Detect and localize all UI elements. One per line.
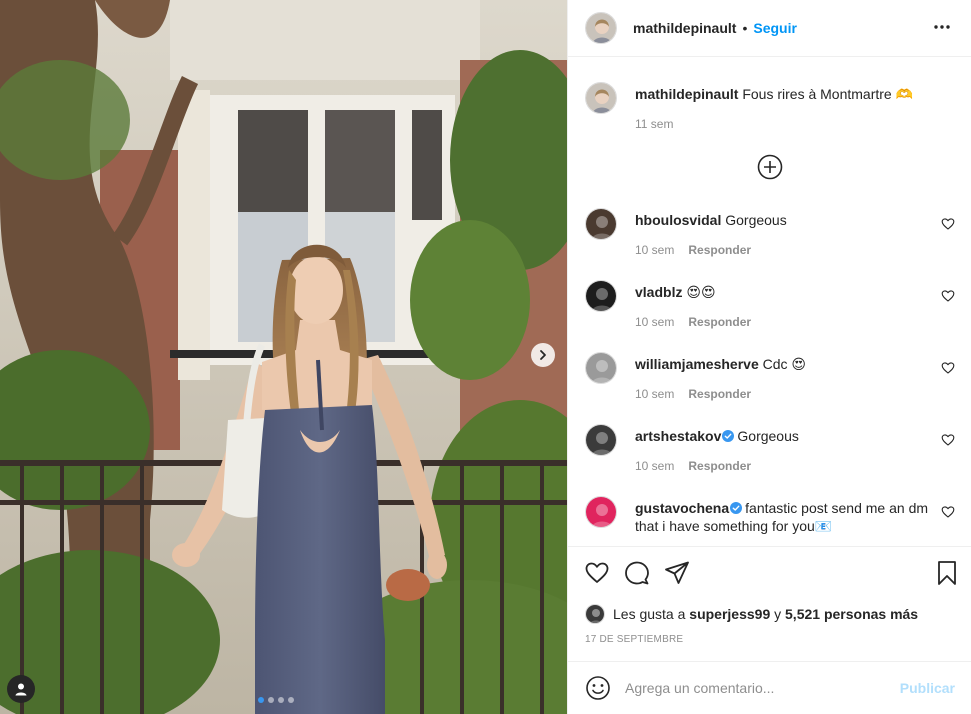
likes-prefix: Les gusta a	[613, 606, 686, 622]
caption-username[interactable]: mathildepinault	[635, 86, 738, 102]
plus-circle-icon[interactable]	[757, 154, 783, 180]
carousel-dot	[268, 697, 274, 703]
comment-text: 😍😍	[686, 284, 716, 300]
next-slide-button[interactable]	[531, 343, 555, 367]
reply-button[interactable]: Responder	[688, 387, 751, 401]
commenter-username[interactable]: hboulosvidal	[635, 212, 721, 228]
comment-text: Gorgeous	[725, 212, 787, 228]
comment-meta: 10 sem Responder	[635, 387, 751, 401]
comment-meta: 10 sem Responder	[635, 315, 751, 329]
caption-meta: 11 sem	[635, 117, 673, 131]
post-image	[0, 0, 567, 714]
commenter-username[interactable]: gustavochena	[635, 500, 729, 516]
commenter-avatar[interactable]	[585, 280, 617, 312]
publish-button[interactable]: Publicar	[900, 680, 955, 696]
comments-list[interactable]: mathildepinault Fous rires à Montmartre …	[568, 58, 971, 546]
comment-text-block: artshestakov Gorgeous	[635, 427, 935, 445]
comment-item: hboulosvidal Gorgeous 10 sem Responder	[585, 208, 955, 268]
comment-item: gustavochena fantastic post send me an dm…	[585, 496, 955, 546]
verified-badge-icon	[730, 502, 743, 514]
commenter-username[interactable]: williamjamesherve	[635, 356, 759, 372]
verified-badge-icon	[722, 430, 735, 442]
post-date[interactable]: 17 DE SEPTIEMBRE	[585, 634, 683, 645]
author-avatar[interactable]	[585, 12, 617, 44]
post-header: mathildepinault • Seguir	[568, 0, 971, 57]
commenter-avatar[interactable]	[585, 424, 617, 456]
comment-like-heart-icon[interactable]	[941, 217, 955, 231]
emoji-icon[interactable]	[585, 675, 611, 701]
separator-dot: •	[742, 20, 748, 36]
commenter-avatar[interactable]	[585, 208, 617, 240]
commenter-avatar[interactable]	[585, 496, 617, 528]
comment-text: Gorgeous	[737, 428, 799, 444]
share-icon[interactable]	[664, 560, 690, 586]
commenter-username[interactable]: artshestakov	[635, 428, 721, 444]
caption: mathildepinault Fous rires à Montmartre …	[585, 82, 955, 132]
post-photo[interactable]	[0, 0, 567, 714]
commenter-avatar[interactable]	[585, 352, 617, 384]
comment-time[interactable]: 10 sem	[635, 459, 674, 473]
carousel-dot	[278, 697, 284, 703]
caption-avatar[interactable]	[585, 82, 617, 114]
comment-item: artshestakov Gorgeous 10 sem Responder	[585, 424, 955, 484]
tagged-users-button[interactable]	[7, 675, 35, 703]
post-sidebar: mathildepinault • Seguir mathildepinault	[567, 0, 971, 714]
comment-item: williamjamesherve Cdc 😍 10 sem Responder	[585, 352, 955, 412]
comment-text-block: hboulosvidal Gorgeous	[635, 211, 935, 229]
comment-input[interactable]	[625, 680, 900, 696]
liker-avatar[interactable]	[585, 604, 605, 624]
likes-middle: y	[774, 606, 782, 622]
comment-time[interactable]: 10 sem	[635, 315, 674, 329]
comment-like-heart-icon[interactable]	[941, 289, 955, 303]
caption-time[interactable]: 11 sem	[635, 117, 673, 131]
caption-text-block: mathildepinault Fous rires à Montmartre …	[635, 85, 935, 103]
author-username[interactable]: mathildepinault	[633, 20, 736, 36]
comment-meta: 10 sem Responder	[635, 459, 751, 473]
comment-meta: 10 sem Responder	[635, 243, 751, 257]
user-icon	[15, 683, 27, 696]
reply-button[interactable]: Responder	[688, 459, 751, 473]
comment-text-block: vladblz 😍😍	[635, 283, 935, 301]
comment-icon[interactable]	[624, 560, 650, 586]
reply-button[interactable]: Responder	[688, 315, 751, 329]
carousel-dot	[258, 697, 264, 703]
more-horizontal-icon	[934, 25, 950, 29]
caption-text: Fous rires à Montmartre 🫶	[742, 86, 914, 102]
comment-composer: Publicar	[568, 661, 971, 714]
carousel-dot	[288, 697, 294, 703]
comment-text-block: gustavochena fantastic post send me an dm…	[635, 499, 935, 535]
likes-count[interactable]: 5,521 personas más	[785, 606, 918, 622]
carousel-indicator	[258, 697, 294, 703]
commenter-username[interactable]: vladblz	[635, 284, 682, 300]
comment-text-block: williamjamesherve Cdc 😍	[635, 355, 935, 373]
chevron-right-icon	[540, 350, 546, 360]
follow-button[interactable]: Seguir	[753, 20, 797, 36]
comment-like-heart-icon[interactable]	[941, 433, 955, 447]
comment-like-heart-icon[interactable]	[941, 361, 955, 375]
liker-username[interactable]: superjess99	[689, 606, 770, 622]
comment-text: Cdc 😍	[762, 356, 807, 372]
more-options-button[interactable]	[932, 17, 952, 37]
comment-time[interactable]: 10 sem	[635, 243, 674, 257]
likes-summary: Les gusta a superjess99 y 5,521 personas…	[585, 604, 918, 624]
heart-icon[interactable]	[584, 560, 610, 586]
reply-button[interactable]: Responder	[688, 243, 751, 257]
actions-section: Les gusta a superjess99 y 5,521 personas…	[568, 546, 971, 661]
bookmark-icon[interactable]	[934, 560, 960, 586]
comment-time[interactable]: 10 sem	[635, 387, 674, 401]
comment-item: vladblz 😍😍 10 sem Responder	[585, 280, 955, 340]
comment-like-heart-icon[interactable]	[941, 505, 955, 519]
